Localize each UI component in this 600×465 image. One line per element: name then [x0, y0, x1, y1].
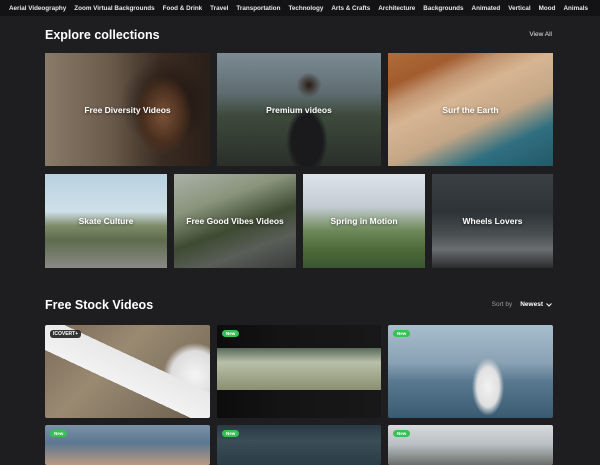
sort-value: Newest	[520, 301, 543, 308]
video-badge: New	[393, 330, 411, 337]
category-technology[interactable]: Technology	[280, 5, 323, 12]
video-thumbnail[interactable]: New	[388, 425, 553, 465]
video-thumbnail[interactable]: New	[388, 325, 553, 418]
video-thumbnail[interactable]: New	[217, 325, 381, 418]
chevron-down-icon	[546, 302, 552, 307]
sort-dropdown[interactable]: Newest	[520, 301, 552, 308]
category-architecture[interactable]: Architecture	[370, 5, 415, 12]
category-vertical[interactable]: Vertical	[500, 5, 530, 12]
category-aerial-videography[interactable]: Aerial Videography	[0, 5, 66, 12]
collection-label: Skate Culture	[78, 216, 134, 226]
category-bar: Aerial Videography Zoom Virtual Backgrou…	[0, 0, 600, 16]
collection-label: Wheels Lovers	[462, 216, 523, 226]
collection-spring-in-motion[interactable]: Spring in Motion	[303, 174, 425, 268]
category-travel[interactable]: Travel	[202, 5, 228, 12]
video-badge: New	[50, 430, 68, 437]
category-arts-crafts[interactable]: Arts & Crafts	[323, 5, 370, 12]
view-all-link[interactable]: View All	[529, 31, 552, 38]
category-mood[interactable]: Mood	[531, 5, 556, 12]
video-badge: New	[222, 330, 240, 337]
video-thumbnail[interactable]: New	[45, 425, 210, 465]
video-badge: ICOVERT+	[50, 330, 82, 338]
collection-free-diversity-videos[interactable]: Free Diversity Videos	[45, 53, 210, 166]
category-animals[interactable]: Animals	[555, 5, 588, 12]
collection-surf-the-earth[interactable]: Surf the Earth	[388, 53, 553, 166]
collection-free-good-vibes-videos[interactable]: Free Good Vibes Videos	[174, 174, 296, 268]
collection-label: Surf the Earth	[442, 104, 499, 115]
category-backgrounds[interactable]: Backgrounds	[415, 5, 463, 12]
collection-label: Spring in Motion	[330, 216, 398, 226]
category-zoom-virtual-backgrounds[interactable]: Zoom Virtual Backgrounds	[66, 5, 154, 12]
stock-videos-title: Free Stock Videos	[45, 298, 154, 312]
sort-label: Sort by	[491, 301, 513, 308]
category-transportation[interactable]: Transportation	[228, 5, 280, 12]
category-animated[interactable]: Animated	[464, 5, 501, 12]
collection-label: Free Diversity Videos	[84, 104, 171, 115]
sort-control: Sort by Newest	[492, 301, 552, 308]
video-badge: New	[222, 430, 240, 437]
collection-wheels-lovers[interactable]: Wheels Lovers	[432, 174, 553, 268]
collection-skate-culture[interactable]: Skate Culture	[45, 174, 167, 268]
video-badge: New	[393, 430, 411, 437]
collections-title: Explore collections	[45, 28, 160, 42]
category-food-drink[interactable]: Food & Drink	[155, 5, 203, 12]
collection-premium-videos[interactable]: Premium videos	[217, 53, 381, 166]
collection-label: Premium videos	[266, 104, 332, 115]
video-thumbnail[interactable]: ICOVERT+	[45, 325, 210, 418]
collection-label: Free Good Vibes Videos	[186, 216, 284, 226]
video-thumbnail[interactable]: New	[217, 425, 381, 465]
